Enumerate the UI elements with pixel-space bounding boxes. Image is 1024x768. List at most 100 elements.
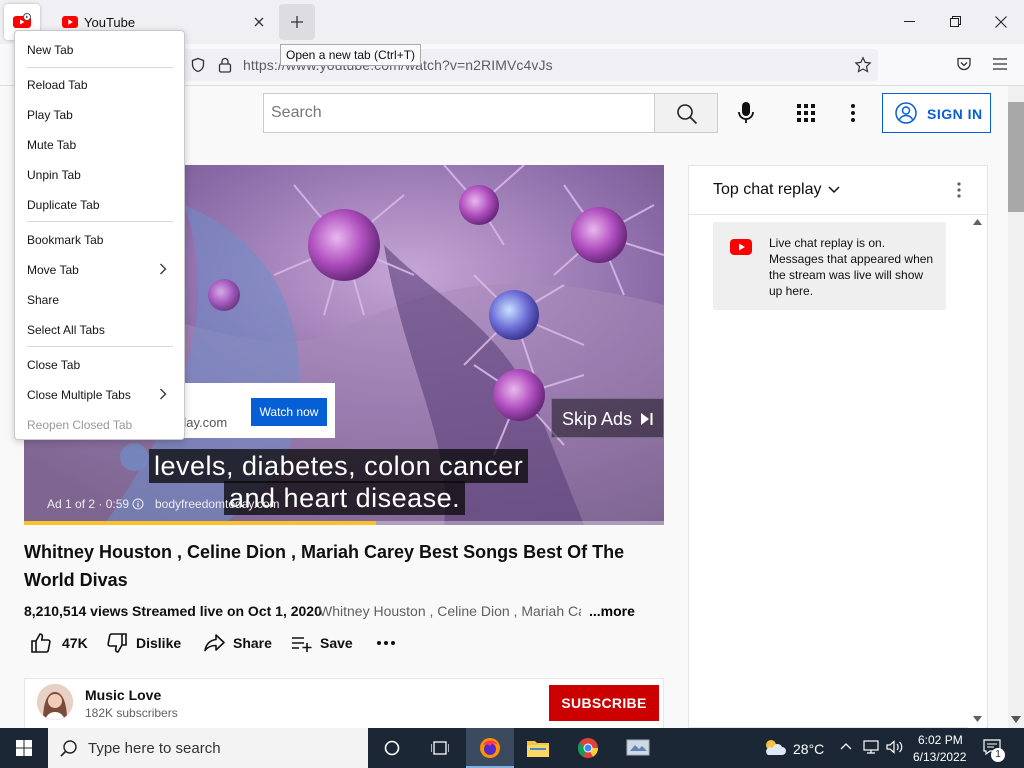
chevron-right-icon [159, 263, 167, 275]
thumb-up-icon [30, 632, 52, 654]
mic-icon[interactable] [737, 101, 755, 125]
youtube-icon [12, 12, 32, 32]
playlist-add-icon [290, 632, 312, 654]
search-button[interactable] [654, 93, 718, 133]
menu-item-share[interactable]: Share [27, 293, 59, 307]
folder-icon [527, 738, 549, 758]
scroll-down-arrow-icon[interactable] [973, 716, 982, 722]
scroll-down-arrow-icon[interactable] [1011, 716, 1021, 724]
clock-date[interactable]: 6/13/2022 [913, 750, 966, 764]
chevron-right-icon [159, 388, 167, 400]
tab-title: YouTube [84, 15, 136, 30]
volume-icon[interactable] [886, 740, 904, 754]
minimize-icon [904, 21, 915, 23]
avatar[interactable] [37, 684, 73, 720]
info-icon[interactable] [132, 498, 144, 510]
taskbar-search-placeholder[interactable]: Type here to search [88, 740, 221, 757]
youtube-icon [62, 16, 78, 28]
menu-item-duplicate-tab[interactable]: Duplicate Tab [27, 198, 100, 212]
menu-item-move-tab[interactable]: Move Tab [27, 263, 79, 277]
close-icon[interactable] [251, 14, 267, 30]
tab-context-menu: New Tab Reload Tab Play Tab Mute Tab Unp… [14, 30, 185, 440]
scroll-up-arrow-icon[interactable] [973, 219, 982, 225]
taskbar-firefox[interactable] [466, 728, 514, 768]
chat-title: Top chat replay [713, 181, 822, 198]
chevron-up-icon[interactable] [840, 742, 852, 750]
menu-item-play-tab[interactable]: Play Tab [27, 108, 73, 122]
sign-in-button[interactable]: SIGN IN [882, 93, 991, 133]
firefox-icon [479, 737, 501, 759]
watch-now-button[interactable]: Watch now [251, 398, 327, 426]
cortana-button[interactable] [368, 728, 416, 768]
more-horiz-icon [376, 640, 396, 646]
clock-time[interactable]: 6:02 PM [918, 733, 963, 747]
share-button[interactable]: Share [203, 631, 272, 655]
cortana-icon [384, 740, 400, 756]
notification-center-button[interactable]: 1 [978, 728, 1024, 768]
caption-line-1: levels, diabetes, colon cancer [149, 449, 529, 483]
search-input[interactable] [263, 93, 655, 133]
ad-domain[interactable]: day.com [179, 415, 227, 430]
close-window-button[interactable] [978, 0, 1024, 44]
taskbar-app[interactable] [614, 728, 662, 768]
channel-name[interactable]: Music Love [85, 687, 161, 703]
app-icon [626, 738, 650, 758]
share-label: Share [233, 635, 272, 651]
shield-icon[interactable] [190, 57, 206, 73]
weather-temperature[interactable]: 28°C [793, 741, 824, 757]
menu-item-close-multiple-tabs[interactable]: Close Multiple Tabs [27, 388, 131, 402]
menu-separator [27, 67, 173, 68]
page-scrollbar-thumb[interactable] [1008, 102, 1024, 212]
more-actions-button[interactable] [376, 631, 396, 655]
hamburger-icon[interactable] [992, 57, 1008, 71]
more-description-button[interactable]: ...more [589, 603, 635, 619]
notification-count: 1 [991, 748, 1005, 762]
subscribe-button[interactable]: SUBSCRIBE [549, 685, 659, 721]
ad-url[interactable]: bodyfreedomtoday.com [155, 497, 280, 511]
task-view-button[interactable] [416, 728, 464, 768]
share-icon [203, 632, 225, 654]
dislike-button[interactable]: Dislike [106, 631, 181, 655]
thumb-down-icon [106, 632, 128, 654]
new-tab-button[interactable] [279, 4, 315, 40]
chat-notice-text: Live chat replay is on. Messages that ap… [769, 236, 934, 298]
menu-item-reload-tab[interactable]: Reload Tab [27, 78, 88, 92]
description-snippet[interactable]: Whitney Houston , Celine Dion , Mariah C… [319, 603, 581, 619]
taskbar-chrome[interactable] [564, 728, 612, 768]
sign-in-label: SIGN IN [927, 106, 983, 122]
minimize-button[interactable] [886, 0, 932, 44]
skip-icon [641, 413, 653, 425]
menu-item-unpin-tab[interactable]: Unpin Tab [27, 168, 81, 182]
weather-icon[interactable] [762, 738, 786, 756]
restore-button[interactable] [932, 0, 978, 44]
stream-date: Streamed live on Oct 1, 2020 [132, 603, 322, 619]
menu-item-select-all-tabs[interactable]: Select All Tabs [27, 323, 105, 337]
lock-icon[interactable] [218, 57, 232, 73]
star-icon[interactable] [854, 56, 872, 74]
task-view-icon [431, 740, 449, 756]
ad-progress-fill [24, 521, 376, 525]
menu-item-reopen-closed-tab: Reopen Closed Tab [27, 418, 133, 432]
save-button[interactable]: Save [290, 631, 353, 655]
menu-item-bookmark-tab[interactable]: Bookmark Tab [27, 233, 103, 247]
menu-item-new-tab[interactable]: New Tab [27, 43, 73, 57]
menu-item-mute-tab[interactable]: Mute Tab [27, 138, 76, 152]
pocket-icon[interactable] [956, 56, 972, 72]
subscriber-count: 182K subscribers [85, 706, 178, 720]
apps-grid-icon[interactable] [797, 104, 815, 122]
save-label: Save [320, 635, 353, 651]
windows-icon [16, 740, 32, 756]
skip-ads-button[interactable]: Skip Ads [551, 398, 664, 438]
like-button[interactable]: 47K [30, 631, 88, 655]
start-button[interactable] [0, 728, 48, 768]
close-icon [995, 16, 1007, 28]
ad-info: Ad 1 of 2 · 0:59 [47, 497, 130, 511]
network-icon[interactable] [862, 740, 880, 754]
chat-mode-dropdown[interactable]: Top chat replay [713, 181, 840, 199]
taskbar-file-explorer[interactable] [514, 728, 562, 768]
chat-scrollbar[interactable] [968, 215, 986, 728]
more-vert-icon[interactable] [851, 104, 855, 122]
menu-item-close-tab[interactable]: Close Tab [27, 358, 80, 372]
more-vert-icon[interactable] [957, 182, 961, 198]
video-title: Whitney Houston , Celine Dion , Mariah C… [24, 542, 625, 590]
